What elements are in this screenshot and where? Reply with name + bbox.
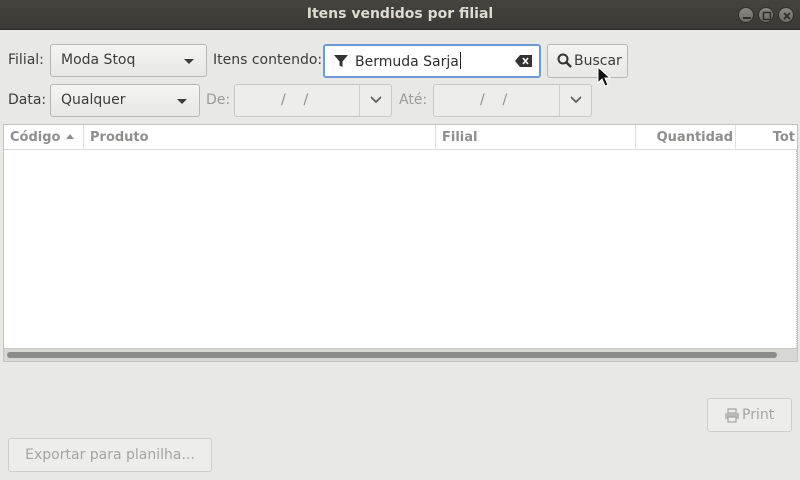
chevron-down-icon <box>184 59 194 64</box>
chevron-down-icon <box>177 99 187 104</box>
text-caret <box>459 52 461 69</box>
column-divider <box>796 150 797 350</box>
maximize-button[interactable] <box>758 7 774 23</box>
column-header-quantity[interactable]: Quantidad <box>636 125 736 150</box>
from-date-label: De: <box>206 92 231 108</box>
search-button[interactable]: Buscar <box>547 44 628 78</box>
from-date-value: / / <box>281 92 309 108</box>
from-date-dropdown[interactable] <box>359 85 391 116</box>
clear-text-icon[interactable] <box>515 54 533 68</box>
search-icon <box>557 53 572 68</box>
date-label: Data: <box>8 92 47 108</box>
close-button[interactable] <box>778 7 794 23</box>
to-date-label: Até: <box>399 92 428 108</box>
sort-ascending-icon <box>66 134 75 139</box>
export-button-label: Exportar para planilha... <box>25 447 195 463</box>
column-header-code[interactable]: Código <box>4 125 84 150</box>
scrollbar-thumb[interactable] <box>7 352 777 358</box>
maximize-icon <box>762 11 772 21</box>
from-date-field[interactable]: / / <box>234 84 392 117</box>
minimize-button[interactable] <box>738 7 754 23</box>
print-button[interactable]: Print <box>707 398 792 432</box>
column-header-branch[interactable]: Filial <box>436 125 636 150</box>
close-icon <box>783 12 791 20</box>
search-input[interactable]: Bermuda Sarja <box>323 44 541 78</box>
column-header-product[interactable]: Produto <box>84 125 436 150</box>
chevron-down-icon <box>570 96 582 104</box>
branch-combo-value: Moda Stoq <box>61 52 136 68</box>
date-combo-value: Qualquer <box>61 92 126 108</box>
items-containing-label: Itens contendo: <box>213 52 323 68</box>
window-title: Itens vendidos por filial <box>306 6 494 22</box>
column-header-total[interactable]: Tot <box>736 125 797 150</box>
to-date-value: / / <box>480 92 508 108</box>
date-combo[interactable]: Qualquer <box>50 84 200 117</box>
printer-icon <box>725 408 739 423</box>
search-input-value: Bermuda Sarja <box>355 54 459 70</box>
filter-icon <box>334 55 348 67</box>
title-bar[interactable]: Itens vendidos por filial <box>0 0 800 30</box>
table-header: Código Produto Filial Quantidad Tot <box>4 125 797 150</box>
minimize-icon <box>743 17 751 19</box>
print-button-label: Print <box>742 407 775 423</box>
horizontal-scrollbar[interactable] <box>4 348 797 361</box>
results-table[interactable]: Código Produto Filial Quantidad Tot <box>3 124 798 362</box>
to-date-dropdown[interactable] <box>559 85 591 116</box>
mouse-cursor-icon <box>597 66 611 87</box>
to-date-field[interactable]: / / <box>433 84 592 117</box>
branch-combo[interactable]: Moda Stoq <box>50 44 207 77</box>
export-spreadsheet-button[interactable]: Exportar para planilha... <box>8 438 212 472</box>
report-window: Itens vendidos por filial Filial: Moda S… <box>0 0 800 480</box>
branch-label: Filial: <box>8 52 44 68</box>
chevron-down-icon <box>370 96 382 104</box>
